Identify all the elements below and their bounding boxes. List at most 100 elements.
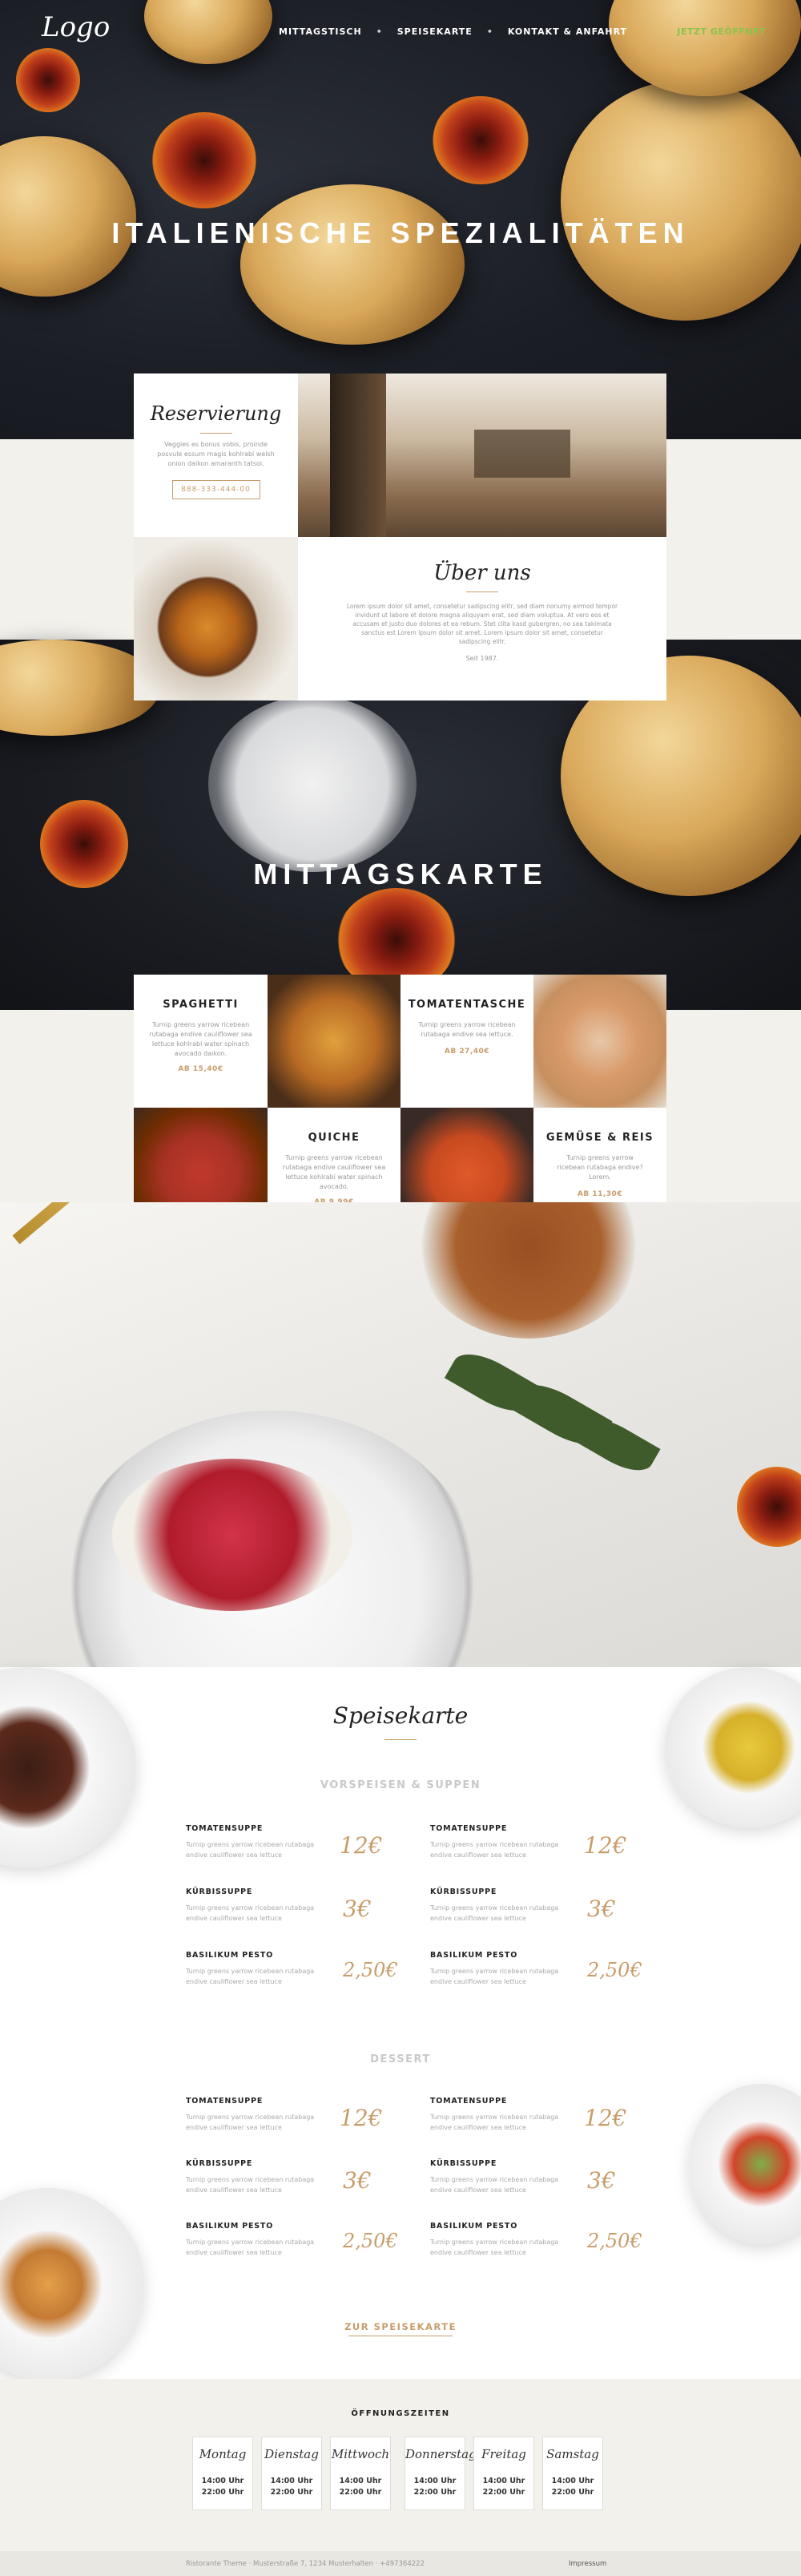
menu-item: KÜRBISSUPPE Turnip greens yarrow ricebea… bbox=[186, 2159, 378, 2195]
lunch-card-tomatentasche[interactable]: TOMATENTASCHE Turnip greens yarrow riceb… bbox=[400, 975, 533, 1108]
scone-image bbox=[561, 80, 801, 321]
item-price: 3€ bbox=[343, 1896, 372, 1922]
item-desc: Turnip greens yarrow ricebean rutabaga e… bbox=[430, 2239, 559, 2256]
reservation-title: Reservierung bbox=[150, 402, 282, 425]
nav-item-speisekarte[interactable]: SPEISEKARTE bbox=[397, 26, 473, 37]
item-price: 3€ bbox=[587, 1896, 616, 1922]
menu-item: KÜRBISSUPPE Turnip greens yarrow ricebea… bbox=[430, 2159, 622, 2195]
divider bbox=[384, 1739, 417, 1740]
hero-title: ITALIENISCHE SPEZIALITÄTEN bbox=[111, 216, 690, 249]
day-card-montag: Montag 14:00 Uhr 22:00 Uhr bbox=[192, 2437, 253, 2510]
item-desc: Turnip greens yarrow ricebean rutabaga e… bbox=[186, 1841, 315, 1859]
day-close: 22:00 Uhr bbox=[270, 2488, 313, 2497]
item-price: 12€ bbox=[584, 2105, 627, 2131]
cake-plate-image bbox=[0, 1667, 136, 1867]
tomatentasche-photo bbox=[533, 975, 666, 1108]
day-card-donnerstag: Donnerstag 14:00 Uhr 22:00 Uhr bbox=[405, 2437, 477, 2510]
footer-address: Ristorante Theme · Musterstraße 7, 1234 … bbox=[186, 2560, 425, 2568]
spaghetti-photo bbox=[268, 975, 400, 1108]
item-desc: Turnip greens yarrow ricebean rutabaga e… bbox=[430, 2114, 559, 2131]
day-name: Dienstag bbox=[264, 2447, 319, 2461]
logo[interactable]: Logo bbox=[42, 11, 110, 43]
item-desc: Turnip greens yarrow ricebean rutabaga e… bbox=[430, 1904, 559, 1922]
about-card: Über uns Lorem ipsum dolor sit amet, con… bbox=[298, 537, 666, 701]
lunch-card-spaghetti[interactable]: SPAGHETTI Turnip greens yarrow ricebean … bbox=[134, 975, 268, 1108]
item-desc: Turnip greens yarrow ricebean rutabaga e… bbox=[430, 1841, 559, 1859]
day-close: 22:00 Uhr bbox=[339, 2488, 382, 2497]
nav-separator: • bbox=[376, 26, 383, 37]
scone-image bbox=[240, 184, 465, 345]
day-open: 14:00 Uhr bbox=[413, 2477, 457, 2485]
dish-desc: Turnip greens yarrow ricebean rutabaga e… bbox=[149, 1021, 252, 1057]
soup-photo bbox=[134, 537, 298, 701]
footer: Ristorante Theme · Musterstraße 7, 1234 … bbox=[0, 2551, 801, 2576]
item-price: 2,50€ bbox=[587, 1959, 642, 1981]
item-price: 2,50€ bbox=[343, 1959, 398, 1981]
flower-image bbox=[737, 1467, 801, 1547]
dish-price: AB 15,40€ bbox=[178, 1065, 223, 1073]
salt-bowl-image bbox=[208, 696, 417, 872]
day-close: 22:00 Uhr bbox=[201, 2488, 244, 2497]
open-status: JETZT GEÖFFNET bbox=[677, 26, 766, 37]
dish-desc: Turnip greens yarrow ricebean rutabaga e… bbox=[557, 1154, 643, 1181]
about-text: Lorem ipsum dolor sit amet, consetetur s… bbox=[346, 603, 618, 645]
cafe-photo bbox=[298, 373, 666, 537]
menu-item: KÜRBISSUPPE Turnip greens yarrow ricebea… bbox=[430, 1888, 622, 1924]
dish-name: TOMATENTASCHE bbox=[408, 999, 526, 1011]
gold-spoon-image bbox=[12, 1202, 241, 1245]
day-name: Samstag bbox=[546, 2447, 599, 2461]
dish-desc: Turnip greens yarrow ricebean rutabaga e… bbox=[282, 1154, 386, 1190]
day-open: 14:00 Uhr bbox=[201, 2477, 244, 2485]
day-name: Mittwoch bbox=[331, 2447, 390, 2461]
day-name: Freitag bbox=[481, 2447, 526, 2461]
day-open: 14:00 Uhr bbox=[270, 2477, 313, 2485]
dish-desc: Turnip greens yarrow ricebean rutabaga e… bbox=[418, 1021, 516, 1038]
pomegranate-image bbox=[112, 1459, 352, 1611]
day-open: 14:00 Uhr bbox=[339, 2477, 382, 2485]
reservation-text: Veggies es bonus vobis, proinde posvule … bbox=[157, 441, 275, 467]
menu-title: Speisekarte bbox=[332, 1702, 469, 1729]
rice-plate-image bbox=[665, 1667, 801, 1827]
marigold-image bbox=[433, 96, 529, 184]
item-desc: Turnip greens yarrow ricebean rutabaga e… bbox=[186, 2114, 315, 2131]
cafe-column bbox=[330, 373, 386, 537]
section-heading-dessert: DESSERT bbox=[370, 2053, 431, 2065]
item-price: 12€ bbox=[584, 1832, 627, 1859]
reservation-card: Reservierung Veggies es bonus vobis, pro… bbox=[134, 373, 298, 537]
item-desc: Turnip greens yarrow ricebean rutabaga e… bbox=[430, 2176, 559, 2194]
menu-item: TOMATENSUPPE Turnip greens yarrow ricebe… bbox=[430, 1824, 626, 1860]
table-photo bbox=[0, 1202, 801, 1667]
about-title: Über uns bbox=[433, 561, 531, 585]
item-price: 2,50€ bbox=[343, 2230, 398, 2252]
salad-plate-image bbox=[689, 2084, 801, 2244]
item-desc: Turnip greens yarrow ricebean rutabaga e… bbox=[186, 2176, 315, 2194]
nav-item-mittagstisch[interactable]: MITTAGSTISCH bbox=[279, 26, 362, 37]
menu-item: KÜRBISSUPPE Turnip greens yarrow ricebea… bbox=[186, 1888, 378, 1924]
day-card-samstag: Samstag 14:00 Uhr 22:00 Uhr bbox=[542, 2437, 603, 2510]
day-card-mittwoch: Mittwoch 14:00 Uhr 22:00 Uhr bbox=[330, 2437, 391, 2510]
lunch-title: MITTAGSKARTE bbox=[253, 858, 548, 890]
menu-item: BASILIKUM PESTO Turnip greens yarrow ric… bbox=[186, 1951, 398, 1987]
day-card-dienstag: Dienstag 14:00 Uhr 22:00 Uhr bbox=[261, 2437, 322, 2510]
dish-name: SPAGHETTI bbox=[163, 999, 239, 1011]
dish-name: QUICHE bbox=[308, 1132, 360, 1144]
impressum-link[interactable]: Impressum bbox=[569, 2560, 606, 2568]
section-heading-starters: VORSPEISEN & SUPPEN bbox=[320, 1779, 481, 1791]
menu-item: BASILIKUM PESTO Turnip greens yarrow ric… bbox=[186, 2222, 398, 2258]
pasta-plate-image bbox=[0, 2188, 144, 2380]
item-price: 3€ bbox=[343, 2167, 372, 2194]
spice-bowl-image bbox=[417, 1202, 641, 1338]
item-price: 2,50€ bbox=[587, 2230, 642, 2252]
scone-image bbox=[609, 0, 801, 96]
item-desc: Turnip greens yarrow ricebean rutabaga e… bbox=[186, 1968, 315, 1985]
day-open: 14:00 Uhr bbox=[551, 2477, 594, 2485]
marigold-image bbox=[16, 48, 80, 112]
menu-item: BASILIKUM PESTO Turnip greens yarrow ric… bbox=[430, 1951, 642, 1987]
phone-button[interactable]: 888-333-444-00 bbox=[171, 480, 260, 499]
cafe-table bbox=[474, 430, 570, 478]
full-menu-link[interactable]: ZUR SPEISEKARTE bbox=[0, 2321, 801, 2332]
nav-item-kontakt[interactable]: KONTAKT & ANFAHRT bbox=[508, 26, 627, 37]
item-desc: Turnip greens yarrow ricebean rutabaga e… bbox=[430, 1968, 559, 1985]
dish-name: GEMÜSE & REIS bbox=[545, 1132, 654, 1144]
menu-item: TOMATENSUPPE Turnip greens yarrow ricebe… bbox=[186, 1824, 382, 1860]
